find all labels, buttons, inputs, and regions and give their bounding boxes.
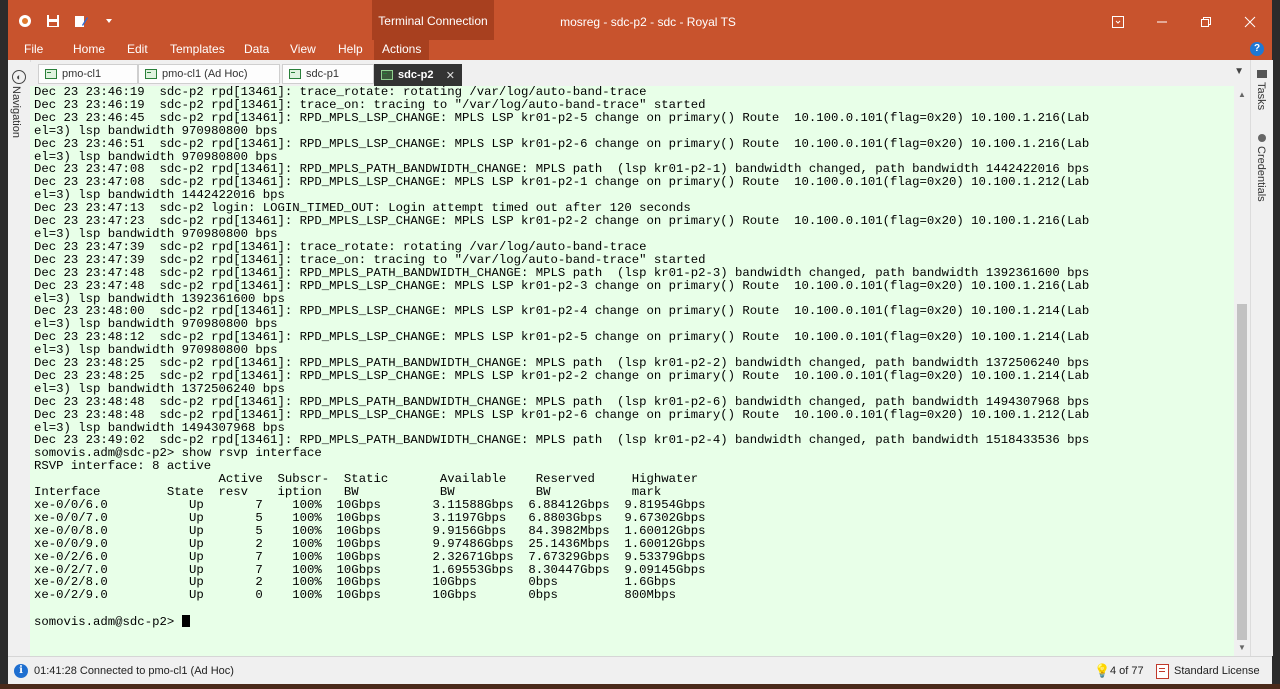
- terminal-line: Dec 23 23:48:48 sdc-p2 rpd[13461]: RPD_M…: [34, 394, 1090, 409]
- terminal-line: Dec 23 23:48:25 sdc-p2 rpd[13461]: RPD_M…: [34, 356, 1090, 371]
- terminal-line: Dec 23 23:47:48 sdc-p2 rpd[13461]: RPD_M…: [34, 265, 1090, 280]
- tab-close-icon[interactable]: ✕: [446, 69, 455, 82]
- app-window: Terminal Connection mosreg - sdc-p2 - sd…: [8, 0, 1273, 689]
- status-message: 01:41:28 Connected to pmo-cl1 (Ad Hoc): [34, 665, 234, 677]
- save-icon[interactable]: [44, 12, 62, 30]
- edit-icon[interactable]: [72, 12, 90, 30]
- menu-actions[interactable]: Actions: [374, 40, 430, 60]
- quick-access-toolbar: [16, 12, 118, 30]
- terminal-line: xe-0/0/6.0 Up 7 100% 10Gbps 3.11588Gbps …: [34, 498, 706, 512]
- minimize-icon[interactable]: [1140, 10, 1184, 34]
- document-tabs: pmo-cl1 pmo-cl1 (Ad Hoc) sdc-p1 sdc-p2 ✕…: [30, 62, 1250, 86]
- tab-label: sdc-p1: [306, 68, 340, 80]
- help-button[interactable]: ?: [1250, 42, 1264, 56]
- terminal-line: el=3) lsp bandwidth 970980800 bps: [34, 123, 278, 138]
- license-label[interactable]: Standard License: [1174, 665, 1260, 677]
- scroll-up-icon[interactable]: ▲: [1238, 90, 1246, 99]
- menu-bar: File Home Edit Templates Data View Help …: [8, 40, 1272, 60]
- terminal-line: Dec 23 23:48:25 sdc-p2 rpd[13461]: RPD_M…: [34, 368, 1090, 383]
- tab-label: sdc-p2: [398, 69, 434, 81]
- menu-help[interactable]: Help: [338, 42, 363, 56]
- tab-pmo-cl1[interactable]: pmo-cl1: [38, 64, 138, 84]
- menu-home[interactable]: Home: [73, 42, 105, 56]
- terminal-line: xe-0/0/8.0 Up 5 100% 10Gbps 9.9156Gbps 8…: [34, 523, 706, 538]
- credentials-key-icon[interactable]: [1258, 134, 1266, 142]
- restore-icon[interactable]: [1184, 10, 1228, 34]
- tab-pmo-cl1-adhoc[interactable]: pmo-cl1 (Ad Hoc): [138, 64, 280, 84]
- tab-sdc-p1[interactable]: sdc-p1: [282, 64, 374, 84]
- scrollbar-thumb[interactable]: [1237, 304, 1247, 640]
- terminal-area[interactable]: Dec 23 23:46:19 sdc-p2 rpd[13461]: trace…: [30, 86, 1234, 656]
- menu-file[interactable]: File: [24, 42, 43, 56]
- tasks-panel-label[interactable]: Tasks: [1255, 82, 1267, 110]
- credentials-panel-label[interactable]: Credentials: [1255, 146, 1267, 202]
- navigation-label[interactable]: Navigation: [10, 86, 22, 138]
- terminal-line: Dec 23 23:46:19 sdc-p2 rpd[13461]: trace…: [34, 97, 706, 112]
- tab-sdc-p2[interactable]: sdc-p2 ✕: [374, 64, 462, 86]
- terminal-icon: [289, 69, 301, 79]
- menu-edit[interactable]: Edit: [127, 42, 148, 56]
- terminal-line: Dec 23 23:47:48 sdc-p2 rpd[13461]: RPD_M…: [34, 278, 1090, 293]
- ribbon-display-icon[interactable]: [1096, 10, 1140, 34]
- terminal-line: xe-0/2/9.0 Up 0 100% 10Gbps 10Gbps 0bps …: [34, 588, 677, 603]
- menu-view[interactable]: View: [290, 42, 316, 56]
- terminal-cursor: [181, 615, 190, 628]
- menu-templates[interactable]: Templates: [170, 42, 225, 56]
- title-bar: Terminal Connection mosreg - sdc-p2 - sd…: [8, 0, 1272, 40]
- close-icon[interactable]: [1228, 10, 1272, 34]
- terminal-line: Dec 23 23:47:39 sdc-p2 rpd[13461]: trace…: [34, 239, 647, 254]
- tab-list-dropdown-icon[interactable]: ▼: [1234, 66, 1244, 77]
- terminal-line: el=3) lsp bandwidth 1372506240 bps: [34, 381, 285, 396]
- terminal-scrollbar[interactable]: ▲ ▼: [1234, 86, 1250, 656]
- context-tab-label: Terminal Connection: [372, 0, 494, 40]
- terminal-icon: [45, 69, 57, 79]
- tab-label: pmo-cl1: [62, 68, 102, 80]
- terminal-prompt: somovis.adm@sdc-p2>: [34, 615, 182, 630]
- app-logo-icon[interactable]: [16, 12, 34, 30]
- terminal-output: Dec 23 23:46:19 sdc-p2 rpd[13461]: trace…: [34, 86, 1089, 629]
- terminal-line: xe-0/0/9.0 Up 2 100% 10Gbps 9.97486Gbps …: [34, 536, 706, 551]
- object-count: 4 of 77: [1110, 665, 1144, 677]
- navigation-panel-collapsed[interactable]: ◐ Navigation: [8, 60, 31, 656]
- terminal-line: Dec 23 23:46:19 sdc-p2 rpd[13461]: trace…: [34, 86, 647, 99]
- menu-data[interactable]: Data: [244, 42, 269, 56]
- terminal-icon: [381, 70, 393, 80]
- terminal-line: el=3) lsp bandwidth 970980800 bps: [34, 226, 278, 241]
- tab-label: pmo-cl1 (Ad Hoc): [162, 68, 248, 80]
- right-panel-collapsed: Tasks Credentials: [1250, 60, 1273, 656]
- window-controls: [1096, 10, 1272, 34]
- terminal-prompt-line[interactable]: somovis.adm@sdc-p2>: [34, 615, 1089, 629]
- terminal-line: Dec 23 23:46:45 sdc-p2 rpd[13461]: RPD_M…: [34, 110, 1090, 125]
- window-title: mosreg - sdc-p2 - sdc - Royal TS: [560, 15, 736, 29]
- taskbar-edge: [0, 684, 1280, 689]
- scroll-down-icon[interactable]: ▼: [1238, 643, 1246, 652]
- tasks-icon[interactable]: [1257, 70, 1267, 78]
- lightbulb-icon[interactable]: 💡: [1094, 663, 1110, 679]
- info-icon: i: [14, 664, 28, 678]
- terminal-line: Dec 23 23:48:48 sdc-p2 rpd[13461]: RPD_M…: [34, 407, 1090, 422]
- terminal-line: xe-0/0/7.0 Up 5 100% 10Gbps 3.1197Gbps 6…: [34, 510, 706, 525]
- license-icon: [1156, 664, 1169, 679]
- navigation-icon[interactable]: ◐: [12, 70, 26, 84]
- status-bar: i 01:41:28 Connected to pmo-cl1 (Ad Hoc)…: [8, 656, 1272, 685]
- terminal-icon: [145, 69, 157, 79]
- terminal-line: xe-0/2/6.0 Up 7 100% 10Gbps 2.32671Gbps …: [34, 549, 706, 564]
- customize-dropdown-icon[interactable]: [100, 12, 118, 30]
- terminal-line: Dec 23 23:46:51 sdc-p2 rpd[13461]: RPD_M…: [34, 136, 1090, 151]
- terminal-line: Dec 23 23:47:39 sdc-p2 rpd[13461]: trace…: [34, 252, 706, 267]
